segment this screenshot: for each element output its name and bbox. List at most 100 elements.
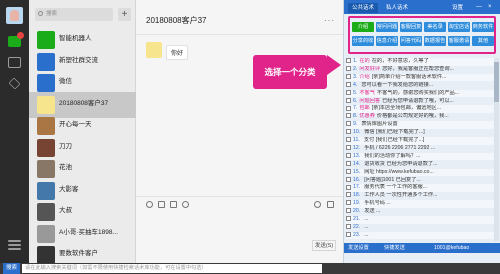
script-row[interactable]: 6. 问题回答 已经为您申请退款了哦，可以... — [346, 98, 499, 106]
row-number: 10. — [353, 129, 361, 136]
search-input[interactable]: 搜索 — [35, 8, 113, 21]
script-row[interactable]: 19. 手机号码 ... — [346, 200, 499, 208]
script-row[interactable]: 22.... — [346, 224, 499, 232]
phone-icon[interactable] — [314, 201, 321, 208]
keyword-search-input[interactable]: 请在此输入搜索关键词（如需不限使用快捷检索话术库功能，可在设置中勾选） — [22, 264, 322, 273]
row-checkbox[interactable] — [346, 113, 351, 119]
row-number: 22. — [353, 223, 361, 230]
script-row[interactable]: 7. 包邮 [亲]本店全场包邮，偏远地区... — [346, 105, 499, 114]
row-checkbox[interactable] — [346, 208, 351, 214]
script-row[interactable]: 21.... — [346, 216, 499, 224]
script-row[interactable]: 3. 介绍 [亲]简单介绍一款客服话术软件... — [346, 73, 499, 82]
row-checkbox[interactable] — [346, 231, 351, 237]
row-number: 11. — [353, 137, 360, 143]
callout-annotation: 选择一个分类 — [253, 55, 341, 89]
row-text: 已经为您申请退款了哦，可以... — [382, 97, 454, 104]
row-checkbox[interactable] — [346, 105, 351, 111]
user-avatar[interactable] — [6, 7, 23, 24]
row-number: 1. — [353, 58, 358, 64]
script-row[interactable]: 12. 手机 / 6226 2206 2771 2292 ... — [346, 145, 499, 153]
category-button[interactable]: 问答代码 — [400, 36, 422, 46]
emoji-icon[interactable] — [146, 201, 153, 208]
category-button[interactable]: 其他 — [472, 36, 494, 46]
script-row[interactable]: 10. 微信 [我们已经下载完了...] — [346, 129, 499, 137]
script-row[interactable]: 17. 服务代表 一个工作的客服... — [346, 184, 499, 193]
chat-name: 新塑社群交流 — [59, 56, 98, 64]
search-icon — [38, 11, 43, 16]
row-checkbox[interactable] — [346, 66, 351, 72]
video-icon[interactable] — [327, 201, 334, 208]
row-keyword: 优惠券 — [359, 113, 375, 120]
row-checkbox[interactable] — [346, 145, 351, 151]
tab-private-scripts[interactable]: 私人话术 — [382, 3, 412, 13]
minimize-icon[interactable]: — — [476, 4, 482, 10]
row-checkbox[interactable] — [346, 192, 351, 198]
chat-list: 搜索 + 智能机器人 新塑社群交流 微信 20180808客户37 开心每一天 刀刀 花池大… — [29, 0, 136, 264]
category-button[interactable]: 数据报告 — [424, 36, 446, 46]
favorites-icon[interactable] — [8, 77, 21, 90]
conversation-title: 20180808客户37 — [146, 16, 207, 25]
script-row[interactable]: 5. 不客气 不客气的，感谢您购买我们的产品... — [346, 89, 499, 98]
category-button[interactable]: 淘宝店话 — [448, 22, 470, 32]
row-checkbox[interactable] — [346, 184, 351, 190]
row-checkbox[interactable] — [346, 97, 351, 103]
menu-icon[interactable] — [8, 240, 21, 242]
script-row[interactable]: 4. 您可以看一下我发给您的链接... — [346, 82, 499, 90]
script-row[interactable]: 11. 支付 [我们已经下载完了...] — [346, 137, 499, 145]
row-checkbox[interactable] — [346, 200, 351, 206]
row-checkbox[interactable] — [346, 73, 351, 79]
script-row[interactable]: 1. 在的 在的，不好意思，久等了 — [346, 58, 499, 66]
row-checkbox[interactable] — [346, 89, 351, 95]
row-number: 14. — [353, 160, 361, 167]
contacts-icon[interactable] — [8, 57, 21, 68]
script-row[interactable]: 16. [问答题]1001 已回复了... — [346, 177, 499, 185]
category-button[interactable]: 客服邀请 — [448, 36, 470, 46]
row-checkbox[interactable] — [346, 224, 351, 230]
category-button[interactable]: 信息介绍 — [376, 36, 398, 46]
script-row[interactable]: 13. 我们的活动你了解吗？... — [346, 152, 499, 161]
send-settings-button[interactable]: 发送设置 — [348, 243, 369, 253]
quick-send-button[interactable]: 快捷发送 — [384, 243, 405, 253]
script-row[interactable]: 14. 退货收货 已经为您申请退款了... — [346, 161, 499, 169]
category-button[interactable]: 美名录 — [424, 22, 446, 32]
scissors-icon[interactable] — [170, 201, 177, 208]
tab-public-scripts[interactable]: 公共话术 — [348, 3, 379, 13]
script-row[interactable]: 18. 工作人员 一次性开通多个工作... — [346, 192, 499, 200]
row-checkbox[interactable] — [346, 160, 351, 166]
conversation: 20180808客户37 ··· 你好 发送(S) — [136, 0, 343, 263]
panel-footer: 发送设置 快捷发送 1001@kefubao — [344, 243, 500, 253]
row-checkbox[interactable] — [346, 81, 351, 87]
row-checkbox[interactable] — [346, 58, 351, 64]
row-checkbox[interactable] — [346, 121, 351, 127]
folder-icon[interactable] — [158, 201, 165, 208]
row-checkbox[interactable] — [346, 168, 351, 174]
script-row[interactable]: 2. 问发好评 您好，我是客服正在帮您查询... — [346, 66, 499, 74]
search-label: 搜索 — [3, 263, 21, 274]
row-number: 12. — [353, 144, 361, 151]
row-text: 退货收货 已经为您申请退款了... — [364, 160, 438, 167]
scrollbar[interactable] — [494, 58, 499, 241]
row-checkbox[interactable] — [346, 152, 351, 158]
row-checkbox[interactable] — [346, 129, 351, 135]
row-checkbox[interactable] — [346, 216, 351, 222]
send-button[interactable]: 发送(S) — [312, 240, 336, 251]
script-row[interactable]: 23.... — [346, 231, 499, 240]
script-row[interactable]: 15. 网址 https://www.kefubao.co... — [346, 168, 499, 177]
category-button[interactable]: 介绍 — [352, 22, 374, 32]
category-button[interactable]: 商务软件 — [472, 22, 494, 32]
script-row[interactable]: 20. 发送 ... — [346, 208, 499, 216]
category-button[interactable]: 分享的收 — [352, 36, 374, 46]
add-button[interactable]: + — [118, 8, 131, 21]
chat-history-icon[interactable] — [182, 201, 189, 208]
script-row[interactable]: 8. 优惠券 价格都是公司规定好的哦，我... — [346, 113, 499, 121]
tab-settings[interactable]: 设置 — [448, 3, 467, 13]
row-checkbox[interactable] — [346, 137, 351, 143]
close-icon[interactable]: × — [488, 4, 492, 10]
row-keyword: 介绍 — [359, 73, 370, 80]
category-button[interactable]: 客服回复 — [400, 22, 422, 32]
more-icon[interactable]: ··· — [324, 16, 335, 25]
row-checkbox[interactable] — [346, 176, 351, 182]
category-button[interactable]: 常问问题 — [376, 22, 398, 32]
row-number: 6. — [353, 97, 358, 104]
script-row[interactable]: 9. 表情库图片设置 — [346, 121, 499, 129]
